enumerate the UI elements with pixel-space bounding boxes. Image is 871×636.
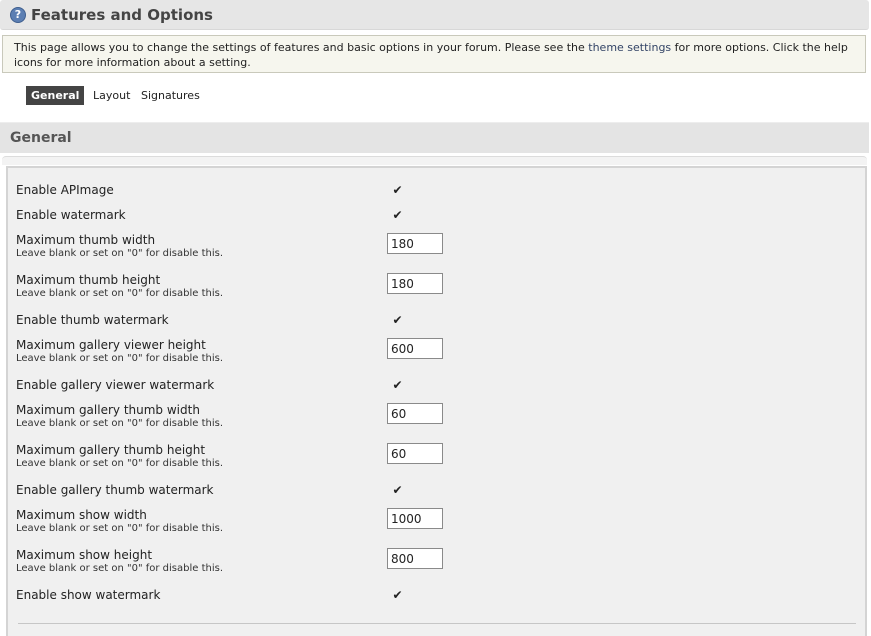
setting-hint: Leave blank or set on "0" for disable th…	[16, 418, 224, 429]
title-bar: ? Features and Options	[0, 0, 869, 30]
description-text-before: This page allows you to change the setti…	[14, 41, 589, 54]
max-thumb-height-input[interactable]	[387, 273, 443, 294]
tab-general[interactable]: General	[26, 86, 85, 105]
tab-layout[interactable]: Layout	[93, 86, 130, 105]
max-show-width-input[interactable]	[387, 508, 443, 529]
description-box: This page allows you to change the setti…	[2, 35, 866, 73]
max-thumb-width-input[interactable]	[387, 233, 443, 254]
setting-label: Enable watermark	[16, 208, 126, 222]
setting-label: Maximum gallery thumb height	[16, 443, 206, 457]
setting-label: Maximum gallery viewer height	[16, 338, 206, 352]
tab-signatures[interactable]: Signatures	[141, 86, 200, 105]
max-gallery-thumb-width-input[interactable]	[387, 403, 443, 424]
help-icon[interactable]: ?	[10, 7, 26, 23]
section-header: General	[0, 122, 869, 153]
enable-gallery-thumb-watermark-checkbox[interactable]: ✔	[391, 484, 404, 497]
setting-label: Enable show watermark	[16, 588, 161, 602]
max-gallery-viewer-height-input[interactable]	[387, 338, 443, 359]
theme-settings-link[interactable]: theme settings	[588, 41, 671, 54]
setting-label: Maximum thumb width	[16, 233, 156, 247]
setting-label: Maximum show height	[16, 548, 153, 562]
setting-hint: Leave blank or set on "0" for disable th…	[16, 563, 224, 574]
max-gallery-thumb-height-input[interactable]	[387, 443, 443, 464]
setting-label: Maximum thumb height	[16, 273, 161, 287]
enable-gallery-viewer-watermark-checkbox[interactable]: ✔	[391, 379, 404, 392]
setting-label: Enable thumb watermark	[16, 313, 169, 327]
setting-label: Enable gallery thumb watermark	[16, 483, 214, 497]
setting-hint: Leave blank or set on "0" for disable th…	[16, 353, 224, 364]
enable-watermark-checkbox[interactable]: ✔	[391, 209, 404, 222]
enable-thumb-watermark-checkbox[interactable]: ✔	[391, 314, 404, 327]
enable-show-watermark-checkbox[interactable]: ✔	[391, 589, 404, 602]
setting-hint: Leave blank or set on "0" for disable th…	[16, 288, 224, 299]
setting-hint: Leave blank or set on "0" for disable th…	[16, 523, 224, 534]
settings-panel: Enable APImage ✔ Enable watermark ✔ Maxi…	[6, 166, 867, 636]
section-title: General	[10, 130, 72, 146]
setting-label: Maximum show width	[16, 508, 147, 522]
setting-hint: Leave blank or set on "0" for disable th…	[16, 458, 224, 469]
panel-top-edge	[2, 156, 867, 165]
max-show-height-input[interactable]	[387, 548, 443, 569]
enable-apimage-checkbox[interactable]: ✔	[391, 184, 404, 197]
setting-label: Maximum gallery thumb width	[16, 403, 200, 417]
page-title: Features and Options	[31, 6, 213, 24]
setting-hint: Leave blank or set on "0" for disable th…	[16, 248, 224, 259]
setting-label: Enable APImage	[16, 183, 114, 197]
panel-divider	[18, 623, 856, 624]
setting-label: Enable gallery viewer watermark	[16, 378, 215, 392]
